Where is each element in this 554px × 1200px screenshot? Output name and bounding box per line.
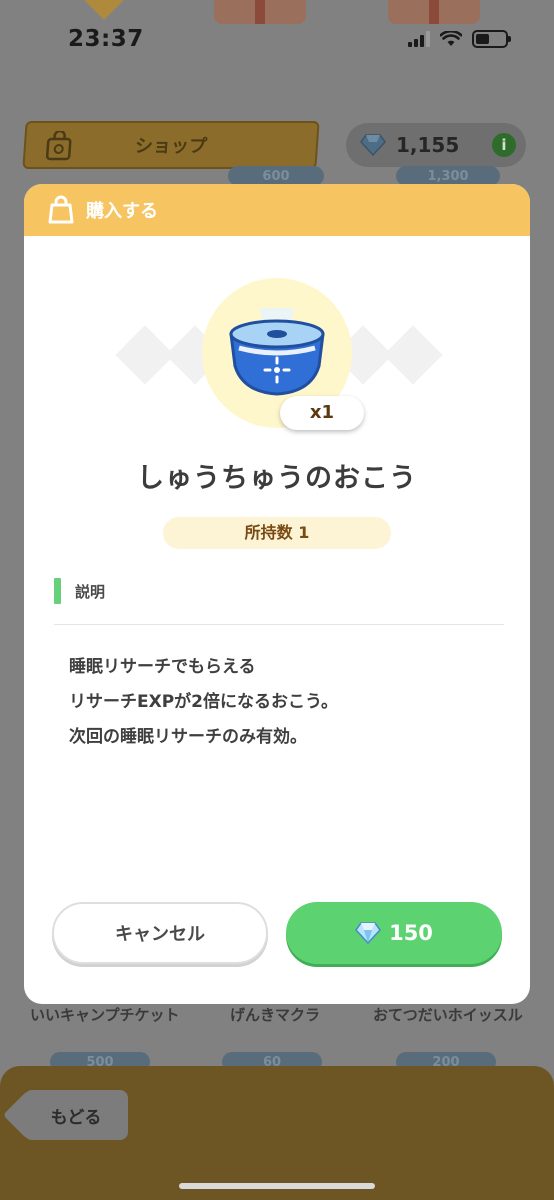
owned-count: 所持数 1: [163, 517, 391, 549]
dialog-title: 購入する: [86, 201, 158, 222]
incense-icon: [229, 308, 325, 396]
description-label: 説明: [75, 582, 106, 601]
cancel-button-label: キャンセル: [115, 924, 205, 945]
back-button-label: もどる: [50, 1107, 102, 1128]
status-time: 23:37: [68, 26, 144, 52]
shopping-bag-icon: [48, 195, 74, 224]
diamond-icon: [360, 134, 386, 156]
background-price-tag: 1,300: [396, 166, 500, 186]
wifi-icon: [440, 31, 462, 46]
background-item-name: いいキャンプチケット: [30, 1006, 180, 1024]
dialog-header: 購入する: [24, 184, 530, 236]
divider: [54, 624, 504, 625]
description-text: 睡眠リサーチでもらえる リサーチEXPが2倍になるおこう。 次回の睡眠リサーチの…: [69, 650, 509, 755]
item-name: しゅうちゅうのおこう: [137, 463, 417, 494]
description-header: 説明: [54, 578, 105, 604]
battery-icon: [472, 30, 511, 48]
description-line: リサーチEXPが2倍になるおこう。: [69, 692, 338, 712]
status-icons: [408, 30, 511, 48]
diamond-icon: [355, 922, 382, 944]
buy-price: 150: [389, 921, 433, 945]
cancel-button[interactable]: キャンセル: [52, 902, 268, 964]
home-indicator[interactable]: [179, 1183, 375, 1189]
description-accent-bar: [54, 578, 61, 604]
shop-tab[interactable]: ショップ: [22, 121, 320, 169]
signal-icon: [408, 31, 430, 47]
background-item-name: げんきマクラ: [230, 1006, 321, 1024]
background-price-tag: 600: [228, 166, 324, 186]
back-button[interactable]: もどる: [24, 1090, 128, 1140]
decor-diamond: [383, 325, 443, 385]
item-hero: [24, 274, 530, 434]
info-button[interactable]: i: [492, 133, 516, 157]
gem-balance-value: 1,155: [396, 133, 460, 157]
status-bar: 23:37: [0, 0, 554, 70]
purchase-dialog: 購入する x1 しゅうちゅうのおこう 所持数 1 説明 睡眠リサーチでもらえる …: [24, 184, 530, 1004]
description-line: 次回の睡眠リサーチのみ有効。: [69, 727, 307, 747]
background-item-name: おてつだいホイッスル: [373, 1006, 523, 1024]
description-line: 睡眠リサーチでもらえる: [69, 657, 256, 677]
buy-button[interactable]: 150: [286, 902, 502, 964]
gem-balance: 1,155 i: [346, 123, 526, 167]
shopping-bag-icon: [45, 131, 72, 161]
background-item-names: いいキャンプチケット げんきマクラ おてつだいホイッスル: [0, 1004, 554, 1034]
quantity-badge: x1: [280, 396, 364, 430]
